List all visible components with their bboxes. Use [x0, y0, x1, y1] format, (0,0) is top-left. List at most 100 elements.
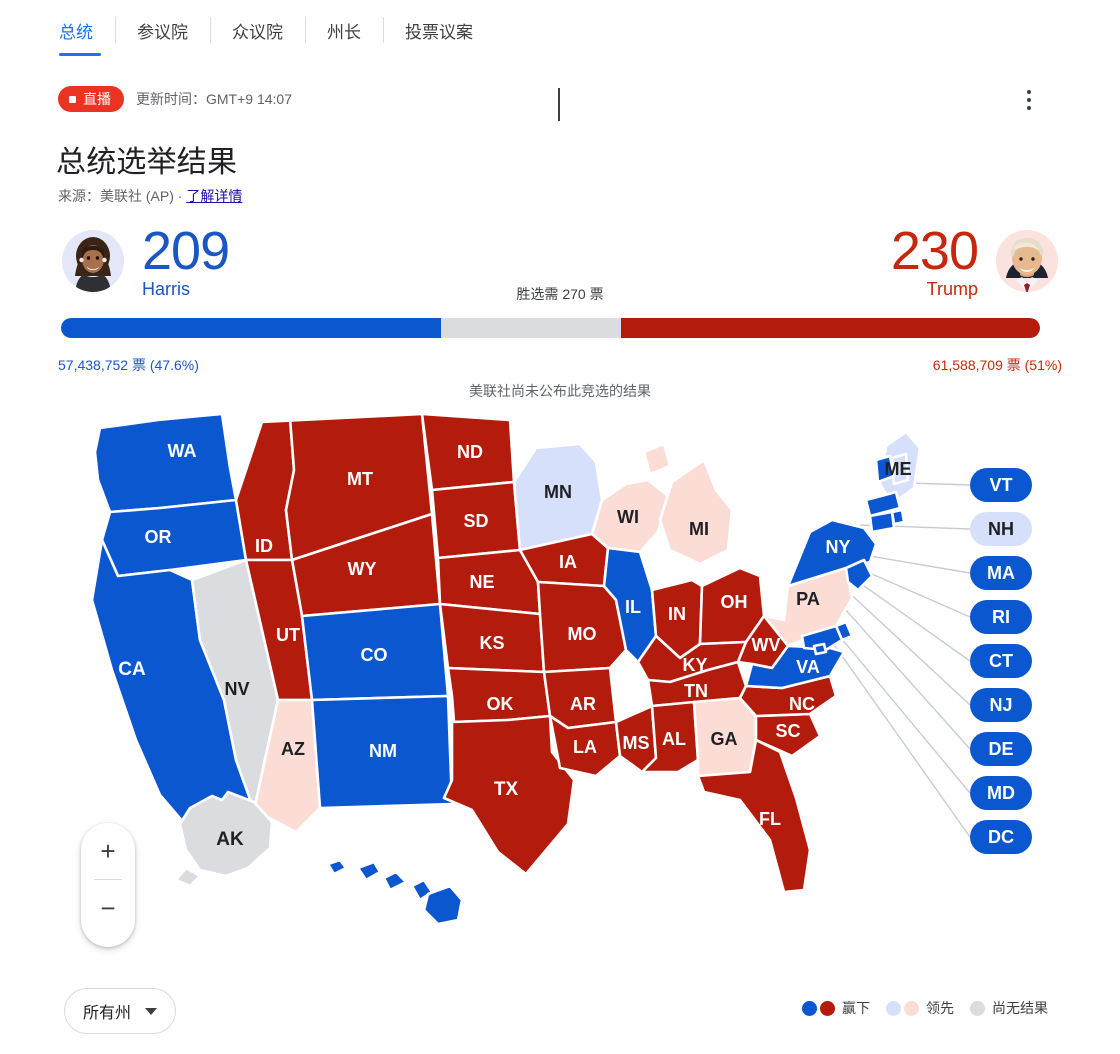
map-state-label-oh: OH [721, 592, 748, 612]
popular-votes-right: 61,588,709 票 (51%) [932, 357, 1062, 373]
tab-governor[interactable]: 州长 [305, 8, 383, 52]
zoom-out-button[interactable]: − [81, 880, 135, 936]
map-state-dc[interactable] [812, 642, 828, 656]
map-state-label-ga: GA [711, 729, 738, 749]
map-state-label-tn: TN [684, 681, 708, 701]
progress-fill-dem [61, 318, 442, 338]
map-legend: 赢下 领先 尚无结果 [802, 998, 1048, 1018]
legend-label: 尚无结果 [992, 1000, 1048, 1016]
map-state-or[interactable] [100, 498, 248, 578]
map-state-label-ne: NE [469, 572, 494, 592]
map-callout-label-nj: NJ [989, 695, 1012, 715]
live-square-icon [69, 95, 76, 103]
map-callout-label-de: DE [988, 739, 1013, 759]
legend-swatch [802, 1000, 817, 1016]
map-state-label-va: VA [796, 657, 820, 677]
chevron-down-icon [145, 1007, 158, 1015]
map-callout-label-md: MD [987, 783, 1015, 803]
election-results-page: 总统 参议院 众议院 州长 投票议案 直播 更新时间：GMT+9 14:07 总… [0, 0, 1120, 1054]
tab-ballot-measures[interactable]: 投票议案 [383, 8, 495, 52]
map-state-label-ar: AR [570, 694, 596, 714]
map-callout-label-nh: NH [988, 519, 1014, 539]
tab-label: 投票议案 [405, 22, 473, 42]
map-state-label-nv: NV [224, 679, 249, 699]
tab-label: 州长 [327, 22, 361, 42]
map-state-label-al: AL [662, 729, 686, 749]
legend-item-won: 赢下 [802, 998, 870, 1018]
threshold-marker [558, 88, 560, 121]
map-state-label-nc: NC [789, 694, 815, 714]
source-prefix: 来源： [58, 188, 100, 204]
map-state-label-ok: OK [487, 694, 514, 714]
tab-label: 参议院 [137, 22, 188, 42]
live-status-row: 直播 更新时间：GMT+9 14:07 [58, 86, 292, 112]
map-state-label-mi: MI [689, 519, 709, 539]
map-state-label-ak: AK [216, 829, 244, 850]
map-state-label-pa: PA [796, 589, 820, 609]
legend-item-leading: 领先 [886, 998, 954, 1018]
map-callout-label-dc: DC [988, 827, 1014, 847]
progress-fill-rep [621, 318, 1040, 338]
map-state-label-hi: HI [359, 893, 378, 914]
candidate-left: 209 Harris [62, 221, 230, 298]
map-state-label-id: ID [255, 536, 273, 556]
legend-label: 领先 [926, 1000, 954, 1016]
live-label: 直播 [83, 91, 111, 107]
legend-swatch [970, 1000, 985, 1016]
source-name: 美联社 (AP) [100, 188, 174, 204]
us-electoral-map[interactable]: WA OR CA NV ID MT WY UT AZ CO NM ND SD NE KS OK TX MN IA MO… [40, 400, 1080, 980]
map-state-label-sd: SD [463, 511, 488, 531]
tab-house[interactable]: 众议院 [210, 8, 305, 52]
updated-time: 更新时间：GMT+9 14:07 [136, 91, 292, 107]
map-state-label-ky: KY [682, 655, 707, 675]
map-state-ct[interactable] [868, 510, 896, 534]
tab-senate[interactable]: 参议院 [115, 8, 210, 52]
avatar [62, 230, 124, 292]
live-badge: 直播 [58, 86, 124, 112]
map-callout-label-ma: MA [987, 563, 1015, 583]
menu-dot [1027, 106, 1031, 110]
map-state-label-co: CO [361, 645, 388, 665]
legend-item-no-result: 尚无结果 [970, 998, 1048, 1018]
tab-president[interactable]: 总统 [55, 8, 115, 56]
map-state-label-wi: WI [617, 507, 639, 527]
legend-swatch [820, 1000, 835, 1016]
electoral-votes-left: 209 [142, 221, 230, 281]
source-separator: · [173, 188, 187, 204]
state-filter-dropdown[interactable]: 所有州 [64, 988, 177, 1034]
state-filter-label: 所有州 [83, 1005, 132, 1022]
zoom-in-button[interactable]: + [81, 823, 135, 879]
map-state-label-nd: ND [457, 442, 483, 462]
map-state-label-tx: TX [494, 779, 519, 800]
map-state-label-il: IL [625, 597, 641, 617]
avatar [996, 230, 1058, 292]
map-state-label-in: IN [668, 604, 686, 624]
map-zoom-control[interactable]: + − [81, 823, 135, 947]
map-state-label-wy: WY [348, 559, 377, 579]
map-state-label-mo: MO [568, 624, 597, 644]
learn-more-link[interactable]: 了解详情 [186, 188, 242, 204]
map-state-label-ca: CA [118, 659, 146, 680]
race-tabs: 总统 参议院 众议院 州长 投票议案 [55, 8, 495, 56]
source-line: 来源：美联社 (AP) · 了解详情 [58, 186, 242, 206]
map-state-label-ks: KS [479, 633, 504, 653]
map-state-label-nm: NM [369, 741, 397, 761]
legend-label: 赢下 [842, 1000, 870, 1016]
map-state-wa[interactable] [93, 412, 238, 514]
map-callout-label-ri: RI [992, 607, 1010, 627]
map-state-label-ms: MS [623, 733, 650, 753]
map-state-label-me: ME [885, 459, 912, 479]
legend-swatch [886, 1000, 901, 1016]
tab-label: 众议院 [232, 22, 283, 42]
map-state-hi[interactable] [326, 858, 464, 926]
map-state-label-wa: WA [168, 441, 197, 461]
electoral-block-left: 209 Harris [142, 221, 230, 298]
candidate-name-right: Trump [926, 279, 978, 299]
map-state-label-or: OR [145, 527, 172, 547]
overflow-menu-icon[interactable] [1016, 86, 1042, 114]
map-state-label-az: AZ [281, 739, 305, 759]
map-callout-label-vt: VT [989, 475, 1012, 495]
map-state-label-ny: NY [825, 537, 850, 557]
map-state-label-mt: MT [347, 469, 373, 489]
page-title: 总统选举结果 [56, 146, 238, 179]
